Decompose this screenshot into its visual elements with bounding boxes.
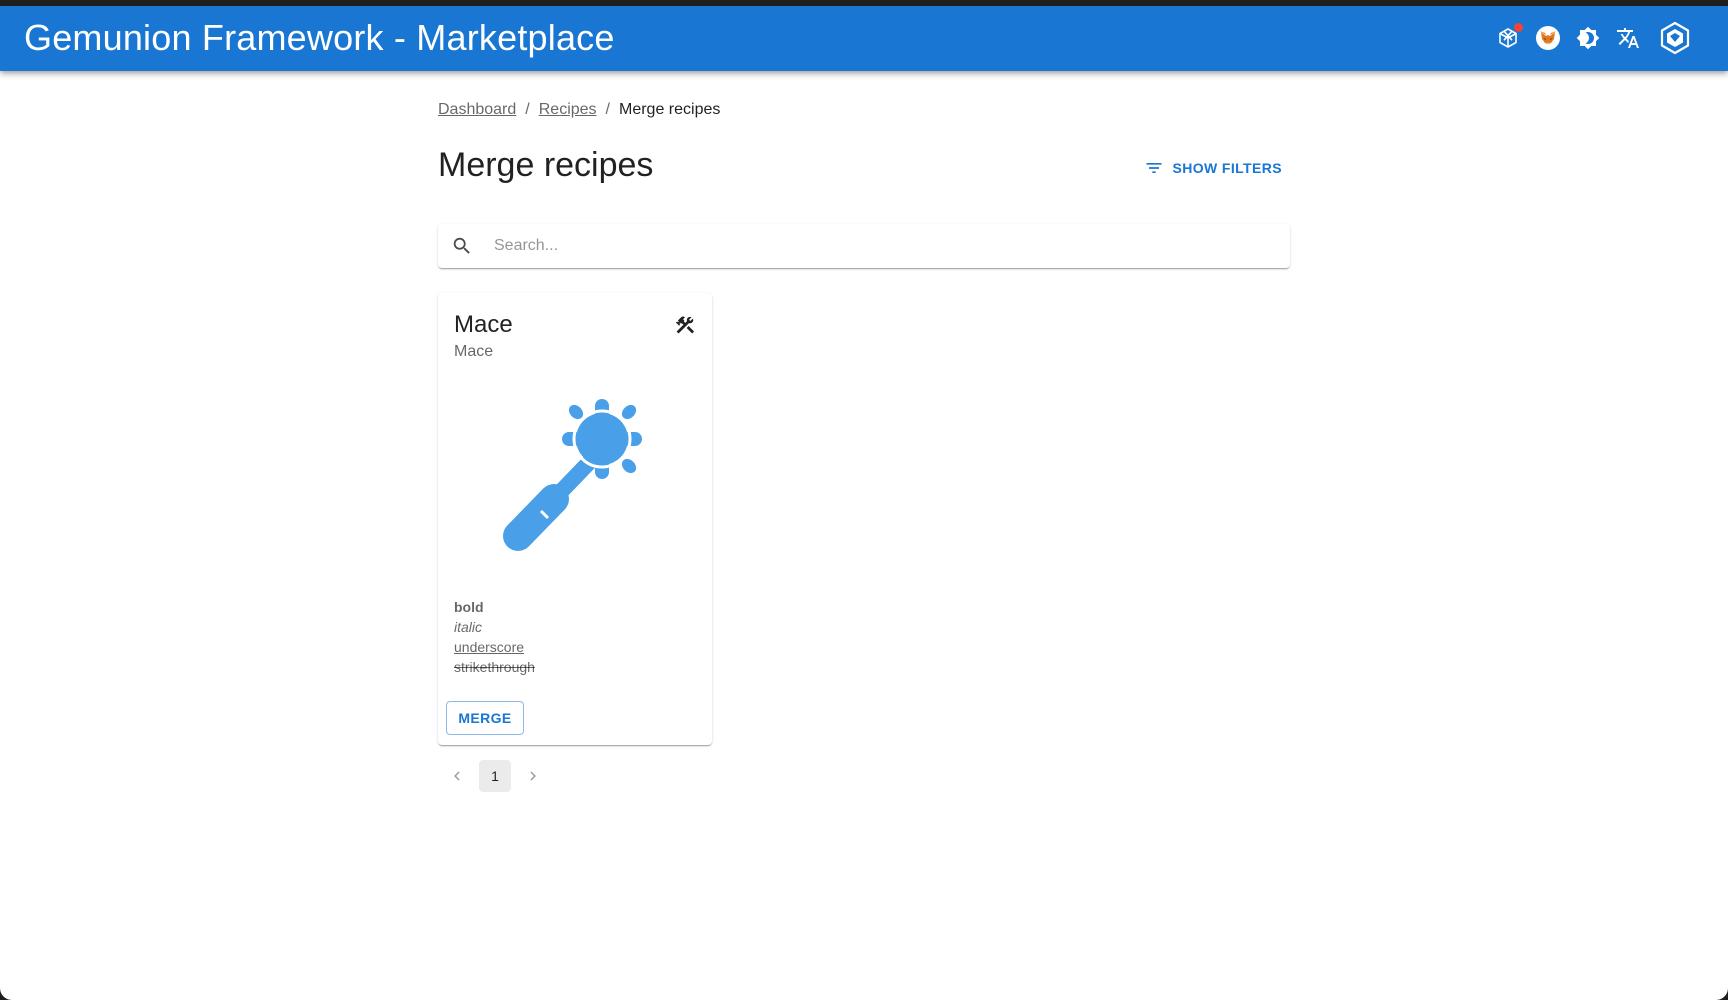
search-input[interactable] [492, 225, 1290, 267]
breadcrumb-separator: / [605, 101, 610, 118]
search-icon [440, 224, 484, 268]
page-title: Merge recipes [438, 146, 654, 184]
language-button[interactable] [1610, 20, 1646, 56]
show-filters-label: SHOW FILTERS [1172, 160, 1282, 176]
metamask-button[interactable] [1530, 20, 1566, 56]
breadcrumb-current: Merge recipes [619, 101, 721, 118]
previous-page-button[interactable] [441, 760, 473, 792]
next-page-button[interactable] [517, 760, 549, 792]
breadcrumb-separator: / [525, 101, 530, 118]
recipe-card: Mace Mace bold italic underscore striket… [438, 293, 712, 745]
breadcrumb-recipes[interactable]: Recipes [539, 101, 597, 119]
wallet-button[interactable] [1656, 19, 1694, 57]
breadcrumb: Dashboard / Recipes / Merge recipes [438, 101, 720, 119]
description-line: strikethrough [454, 659, 535, 675]
metamask-icon [1536, 26, 1560, 50]
card-description: bold italic underscore strikethrough [454, 597, 535, 677]
wallet-icon [1660, 21, 1690, 55]
page-number-current[interactable]: 1 [479, 760, 511, 792]
description-line: bold [454, 599, 484, 615]
description-line: underscore [454, 639, 525, 655]
pagination: 1 [438, 760, 552, 792]
card-subtitle: Mace [454, 343, 494, 360]
chevron-left-icon [454, 771, 460, 781]
description-line: italic [454, 619, 483, 635]
browser-window: Gemunion Framework - Marketplace Dashboa… [0, 6, 1728, 1000]
recipe-ingredients-button[interactable] [672, 312, 698, 338]
card-title: Mace [454, 311, 513, 338]
translate-icon [1617, 28, 1639, 48]
notification-dot [1514, 23, 1523, 32]
app-bar: Gemunion Framework - Marketplace [0, 6, 1728, 71]
theme-toggle-icon [1576, 26, 1600, 50]
hammer-wrench-icon [675, 316, 695, 334]
app-title[interactable]: Gemunion Framework - Marketplace [24, 16, 615, 60]
merge-button[interactable]: MERGE [446, 701, 524, 735]
network-switch-button[interactable] [1490, 20, 1526, 56]
mace-icon [503, 399, 642, 551]
breadcrumb-dashboard[interactable]: Dashboard [438, 101, 516, 119]
search-bar [438, 224, 1290, 268]
show-filters-button[interactable]: SHOW FILTERS [1136, 150, 1290, 186]
filter-list-icon [1146, 163, 1162, 173]
chevron-right-icon [530, 771, 536, 781]
theme-toggle-button[interactable] [1570, 20, 1606, 56]
card-image [486, 383, 662, 559]
